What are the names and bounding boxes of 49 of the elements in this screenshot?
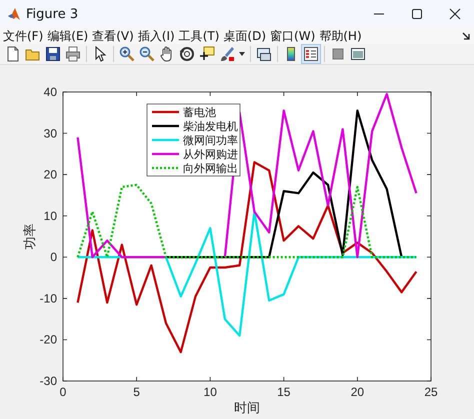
toolbar-button[interactable] [177,44,197,64]
y-tick-label: 10 [44,208,57,223]
legend-label: 蓄电池 [183,107,216,119]
x-tick-label: 25 [424,385,438,399]
y-axis-label: 功率 [22,224,37,250]
legend-line-icon [152,124,179,128]
dock-arrow-icon[interactable] [462,32,470,40]
legend-label: 柴油发电机 [183,121,238,133]
caret-icon[interactable] [239,52,245,56]
x-tick-label: 15 [277,385,290,399]
x-axis-label: 时间 [234,400,260,415]
legend-line-icon [152,166,179,170]
x-tick-label: 10 [204,385,217,399]
y-tick-label: 40 [44,85,57,99]
rotate-icon [179,46,195,62]
y-tick-label: -10 [40,291,57,306]
app-logo-icon [7,7,21,21]
window-title: Figure 3 [26,6,80,22]
data-cursor-icon [199,46,215,62]
legend-label: 向外网输出 [183,163,238,175]
menu-item[interactable]: 查看(V) [92,28,134,44]
menu-item[interactable]: 工具(T) [178,28,220,44]
legend-line-icon [152,138,179,142]
menu-item[interactable]: 帮助(H) [319,28,362,44]
y-tick-label: -30 [40,374,57,388]
legend-line-icon [152,152,179,156]
menu-item[interactable]: 插入(I) [138,28,175,44]
menu-item[interactable]: 桌面(D) [223,28,266,44]
x-tick-label: 5 [133,385,140,399]
legend-label: 微网间功率 [183,135,238,147]
y-tick-label: 0 [50,250,57,264]
zoom-in-icon [119,46,135,62]
menu-item[interactable]: 编辑(E) [47,28,88,44]
x-tick-label: 20 [350,385,364,399]
legend-line-icon [152,110,179,114]
y-tick-label: -20 [40,332,57,347]
y-tick-label: 20 [44,168,57,182]
zoom-out-icon [139,46,155,62]
linked-windows-icon [256,46,272,62]
toolbar-button[interactable] [43,44,63,64]
legend-label: 从外网购进 [183,149,238,161]
menu-item[interactable]: 窗口(W) [270,28,316,44]
brush-icon [219,46,235,62]
legend-icon [303,46,319,62]
x-tick-label: 0 [60,385,66,399]
square-icon [330,46,346,62]
menu-item[interactable]: 文件(F) [3,28,44,44]
y-tick-label: 30 [44,126,57,140]
toolbar-button[interactable] [301,44,321,64]
